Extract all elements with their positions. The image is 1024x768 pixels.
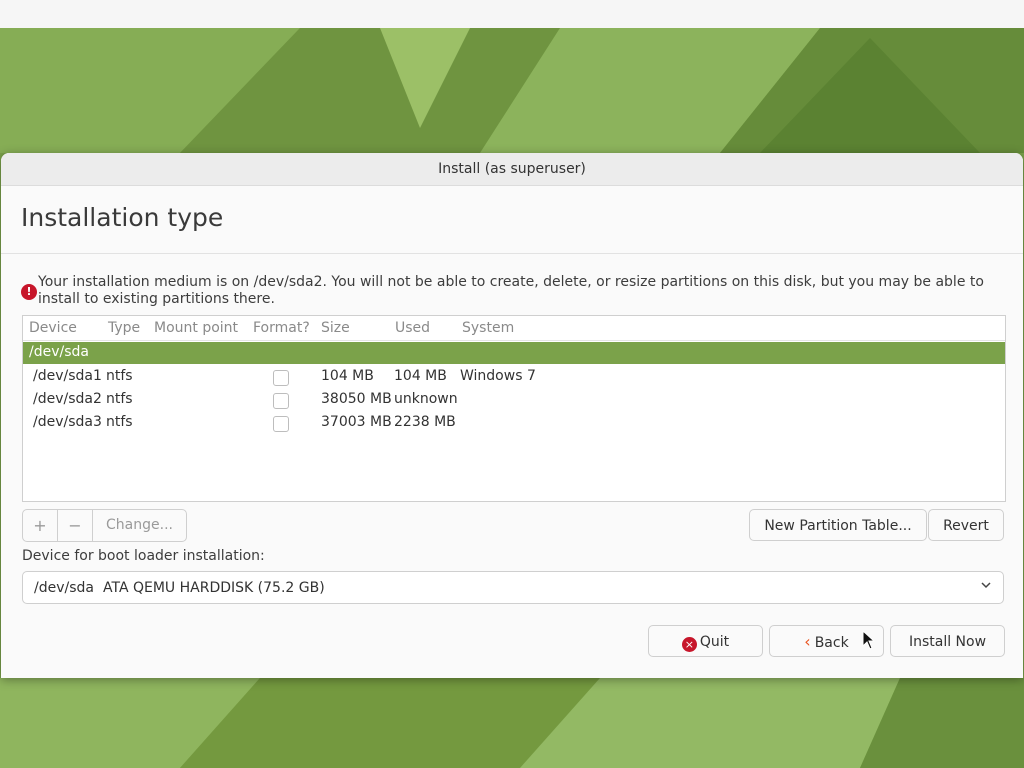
partition-toolbar: + − Change... xyxy=(22,509,187,542)
cell-system: Windows 7 xyxy=(460,368,536,384)
cell-device: /dev/sda2 xyxy=(33,391,102,407)
column-header-mount-point[interactable]: Mount point xyxy=(154,320,238,336)
format-checkbox[interactable] xyxy=(273,370,289,386)
format-checkbox[interactable] xyxy=(273,416,289,432)
error-icon: ! xyxy=(21,284,37,300)
window-title: Install (as superuser) xyxy=(1,153,1023,186)
remove-partition-button[interactable]: − xyxy=(58,510,93,541)
column-header-used[interactable]: Used xyxy=(395,320,430,336)
cell-device: /dev/sda3 xyxy=(33,414,102,430)
table-row[interactable]: /dev/sda2 ntfs 38050 MB unknown xyxy=(23,389,1005,412)
close-icon: × xyxy=(681,637,697,652)
divider xyxy=(1,253,1023,254)
disk-row-selected[interactable]: /dev/sda xyxy=(23,342,1005,364)
column-header-format[interactable]: Format? xyxy=(253,320,310,336)
cell-type: ntfs xyxy=(106,368,133,384)
table-header: Device Type Mount point Format? Size Use… xyxy=(23,316,1005,341)
cell-used: unknown xyxy=(394,391,458,407)
bootloader-device-select[interactable]: /dev/sda ATA QEMU HARDDISK (75.2 GB) xyxy=(22,571,1004,604)
cell-device: /dev/sda1 xyxy=(33,368,102,384)
page-title: Installation type xyxy=(21,203,224,232)
table-row[interactable]: /dev/sda3 ntfs 37003 MB 2238 MB xyxy=(23,412,1005,435)
cell-size: 104 MB xyxy=(321,368,374,384)
cell-type: ntfs xyxy=(106,391,133,407)
cell-used: 2238 MB xyxy=(394,414,456,430)
column-header-type[interactable]: Type xyxy=(108,320,140,336)
chevron-down-icon xyxy=(981,582,991,589)
bootloader-device: /dev/sda xyxy=(34,580,94,596)
column-header-device[interactable]: Device xyxy=(29,320,77,336)
top-panel xyxy=(0,0,1024,29)
installer-window: Install (as superuser) Installation type… xyxy=(1,153,1023,678)
table-row[interactable]: /dev/sda1 ntfs 104 MB 104 MB Windows 7 xyxy=(23,366,1005,389)
add-partition-button[interactable]: + xyxy=(23,510,58,541)
back-label: Back xyxy=(814,635,849,651)
new-partition-table-button[interactable]: New Partition Table... xyxy=(749,509,927,541)
column-header-system[interactable]: System xyxy=(462,320,514,336)
column-header-size[interactable]: Size xyxy=(321,320,350,336)
partition-table[interactable]: Device Type Mount point Format? Size Use… xyxy=(22,315,1006,502)
cell-used: 104 MB xyxy=(394,368,447,384)
quit-button[interactable]: × Quit xyxy=(648,625,763,657)
bootloader-label: Device for boot loader installation: xyxy=(22,548,265,564)
format-checkbox[interactable] xyxy=(273,393,289,409)
quit-label: Quit xyxy=(699,634,730,650)
cell-size: 38050 MB xyxy=(321,391,392,407)
install-now-button[interactable]: Install Now xyxy=(890,625,1005,657)
cell-size: 37003 MB xyxy=(321,414,392,430)
warning-message: Your installation medium is on /dev/sda2… xyxy=(38,274,984,307)
disk-device: /dev/sda xyxy=(29,344,89,360)
revert-button[interactable]: Revert xyxy=(928,509,1004,541)
bootloader-device-description: ATA QEMU HARDDISK (75.2 GB) xyxy=(103,580,325,596)
change-partition-button[interactable]: Change... xyxy=(93,510,186,541)
back-arrow-icon: ‹ xyxy=(804,632,811,651)
mouse-cursor-icon xyxy=(862,630,876,650)
cell-type: ntfs xyxy=(106,414,133,430)
